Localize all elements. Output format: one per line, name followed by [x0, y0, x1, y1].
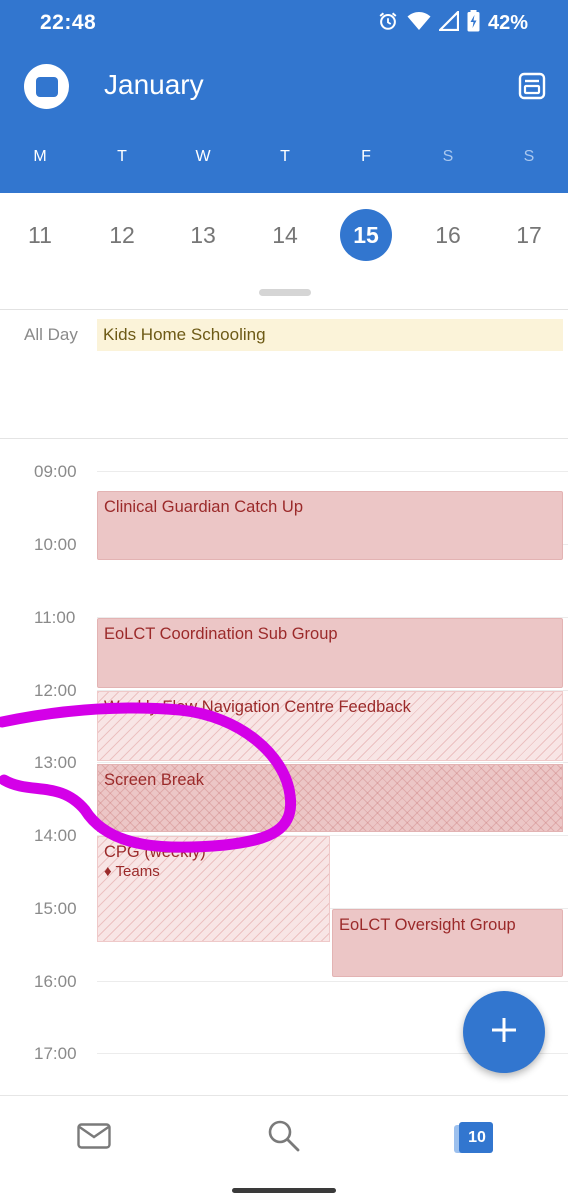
hour-line — [97, 762, 568, 763]
hour-label: 15:00 — [34, 899, 77, 918]
weekday-label: T — [280, 148, 290, 165]
calendar-icon: 10 — [453, 1121, 495, 1155]
weekday-label: F — [361, 148, 371, 165]
hour-label: 09:00 — [34, 462, 77, 481]
new-event-button[interactable] — [463, 991, 545, 1073]
drag-handle[interactable] — [259, 289, 311, 296]
mail-icon — [77, 1122, 111, 1154]
battery-charging-icon — [467, 9, 480, 37]
date-14[interactable]: 14 — [259, 209, 311, 261]
status-icons: 42% — [377, 8, 528, 37]
app-header: 22:48 42% January M T W T F S S — [0, 0, 568, 193]
hour-label: 13:00 — [34, 753, 77, 772]
date-12[interactable]: 12 — [96, 209, 148, 261]
event-cpg-weekly[interactable]: CPG (weekly) ♦ Teams — [97, 836, 330, 942]
hour-line — [97, 981, 568, 982]
event-title: EoLCT Oversight Group — [339, 916, 516, 934]
event-eolct-oversight-group[interactable]: EoLCT Oversight Group — [332, 909, 563, 977]
event-title: Weekly Flow Navigation Centre Feedback — [104, 698, 411, 716]
event-screen-break[interactable]: Screen Break — [97, 764, 563, 832]
event-weekly-flow-navigation[interactable]: Weekly Flow Navigation Centre Feedback — [97, 691, 563, 761]
event-title: EoLCT Coordination Sub Group — [104, 625, 338, 643]
agenda-view-icon[interactable] — [516, 70, 548, 102]
weekday-label: S — [523, 148, 535, 165]
status-time: 22:48 — [40, 11, 97, 34]
date-16[interactable]: 16 — [422, 209, 474, 261]
hour-label: 17:00 — [34, 1044, 77, 1063]
alarm-icon — [377, 10, 399, 37]
wifi-icon — [407, 11, 431, 36]
weekday-label: W — [195, 148, 211, 165]
hour-label: 12:00 — [34, 681, 77, 700]
hour-label: 10:00 — [34, 535, 77, 554]
hour-line — [97, 471, 568, 472]
weekday-label: M — [33, 148, 47, 165]
all-day-label: All Day — [24, 325, 78, 344]
battery-percentage: 42% — [487, 11, 528, 34]
nav-search[interactable] — [260, 1118, 308, 1158]
event-location: ♦ Teams — [104, 862, 160, 880]
weekday-header: M T W T F S S — [0, 148, 568, 172]
bottom-navigation: 10 — [0, 1095, 568, 1200]
hour-label: 11:00 — [34, 608, 76, 627]
event-eolct-coordination-sub-group[interactable]: EoLCT Coordination Sub Group — [97, 618, 563, 688]
date-17[interactable]: 17 — [503, 209, 555, 261]
hour-label: 16:00 — [34, 972, 77, 991]
event-title: Clinical Guardian Catch Up — [104, 498, 304, 516]
date-15-selected[interactable]: 15 — [340, 209, 392, 261]
hour-label: 14:00 — [34, 826, 77, 845]
date-13[interactable]: 13 — [177, 209, 229, 261]
nav-calendar[interactable]: 10 — [450, 1118, 498, 1158]
status-bar: 22:48 42% — [0, 0, 568, 46]
weekday-label: S — [442, 148, 454, 165]
home-indicator[interactable] — [232, 1188, 336, 1193]
signal-icon — [437, 8, 460, 36]
search-icon — [267, 1119, 301, 1158]
date-strip: 11 12 13 14 15 16 17 — [0, 193, 568, 310]
all-day-section: All Day Kids Home Schooling — [0, 311, 568, 439]
date-11[interactable]: 11 — [14, 209, 66, 261]
calendar-badge: 10 — [468, 1129, 486, 1146]
event-title: CPG (weekly) — [104, 843, 206, 861]
nav-mail[interactable] — [70, 1118, 118, 1158]
event-title: Screen Break — [104, 771, 204, 789]
calendar-icon[interactable] — [24, 64, 69, 109]
event-clinical-guardian-catch-up[interactable]: Clinical Guardian Catch Up — [97, 491, 563, 560]
title-row: January — [0, 56, 568, 116]
all-day-event[interactable]: Kids Home Schooling — [97, 319, 563, 351]
month-title[interactable]: January — [104, 69, 204, 101]
weekday-label: T — [117, 148, 127, 165]
plus-icon — [489, 1015, 519, 1050]
